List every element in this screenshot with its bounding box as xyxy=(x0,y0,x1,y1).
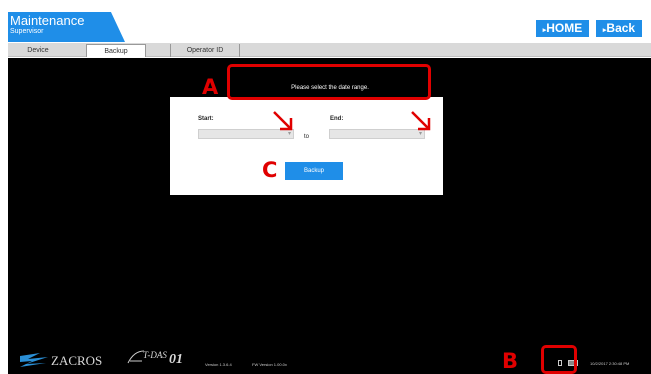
home-button[interactable]: ▸HOME xyxy=(536,20,589,37)
page-title: Maintenance xyxy=(10,13,85,28)
annotation-arrow-start xyxy=(273,111,293,131)
to-label: to xyxy=(304,134,310,140)
tab-operator-id[interactable]: Operator ID xyxy=(170,44,240,57)
brand-name: ZACROS xyxy=(51,353,103,368)
back-button[interactable]: ▸Back xyxy=(596,20,642,37)
clock-readout: 10/2/2017 2:30:48 PM xyxy=(590,361,630,366)
app-header: Maintenance Supervisor ▸HOME ▸Back xyxy=(0,0,651,43)
product-name: T-DAS xyxy=(143,350,167,360)
home-button-label: HOME xyxy=(546,21,583,35)
tab-device[interactable]: Device xyxy=(8,44,68,57)
zacros-logo-icon xyxy=(20,353,48,367)
software-version: Version 1.3.6.4 xyxy=(205,362,232,367)
firmware-version: FW Version 1.00.0x xyxy=(252,362,287,367)
annotation-label-c: C xyxy=(262,158,278,182)
tab-backup[interactable]: Backup xyxy=(86,44,146,57)
annotation-arrow-end xyxy=(411,111,431,131)
product-number: 01 xyxy=(169,352,183,367)
user-role-label: Supervisor xyxy=(10,28,44,35)
annotation-box-a xyxy=(227,64,431,100)
end-label: End: xyxy=(330,116,344,122)
annotation-label-a: A xyxy=(202,75,219,99)
backup-button[interactable]: Backup xyxy=(285,162,343,180)
backup-dialog: Start: End: ▾ to ▾ Backup xyxy=(170,97,443,195)
tab-bar: Device Backup Operator ID xyxy=(8,43,651,57)
start-label: Start: xyxy=(198,116,214,122)
annotation-label-b: B xyxy=(502,349,519,373)
annotation-box-b xyxy=(541,345,577,374)
back-button-label: Back xyxy=(606,21,636,35)
